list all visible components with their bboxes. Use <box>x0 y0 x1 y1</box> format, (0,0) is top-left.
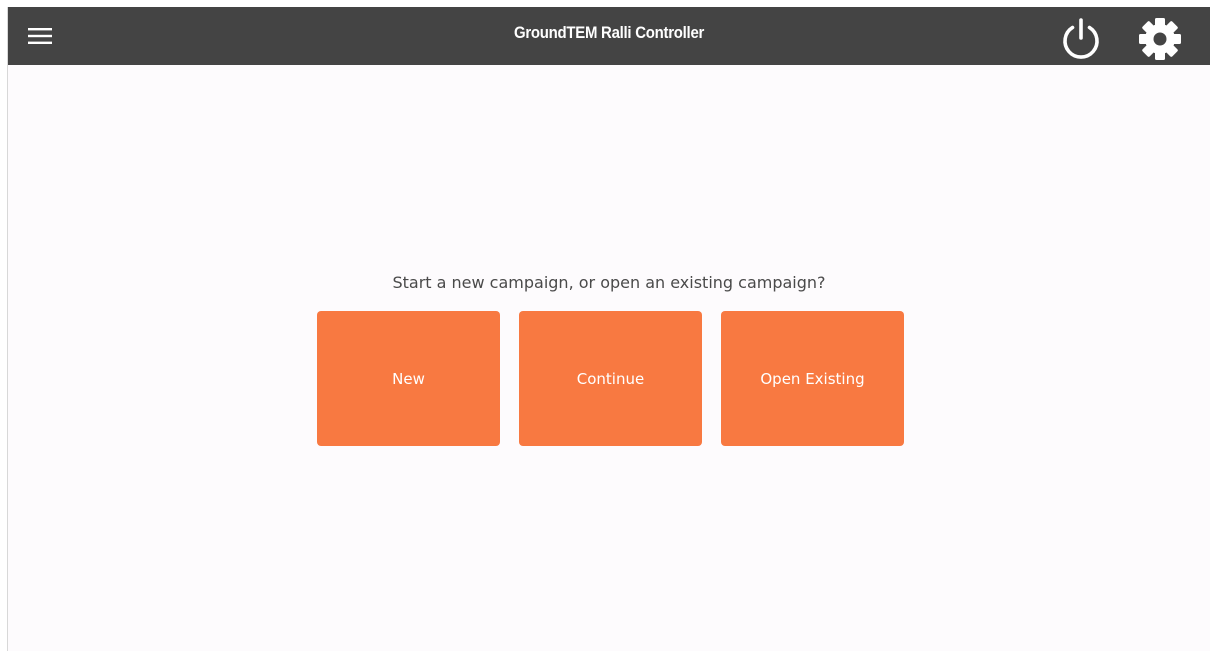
campaign-prompt: Start a new campaign, or open an existin… <box>392 273 826 292</box>
settings-button[interactable] <box>1135 14 1185 64</box>
continue-campaign-button[interactable]: Continue <box>519 311 702 446</box>
top-bar: GroundTEM Ralli Controller <box>8 7 1210 65</box>
campaign-choice-buttons: New Continue Open Existing <box>317 311 904 446</box>
menu-button[interactable] <box>22 20 58 52</box>
app-title: GroundTEM Ralli Controller <box>513 23 705 42</box>
power-icon <box>1063 18 1099 59</box>
new-campaign-button[interactable]: New <box>317 311 500 446</box>
open-existing-campaign-button[interactable]: Open Existing <box>721 311 904 446</box>
app-window: GroundTEM Ralli Controller Start a new c… <box>7 7 1210 651</box>
gear-icon <box>1139 18 1181 60</box>
hamburger-menu-icon <box>28 28 52 44</box>
power-button[interactable] <box>1057 15 1105 63</box>
